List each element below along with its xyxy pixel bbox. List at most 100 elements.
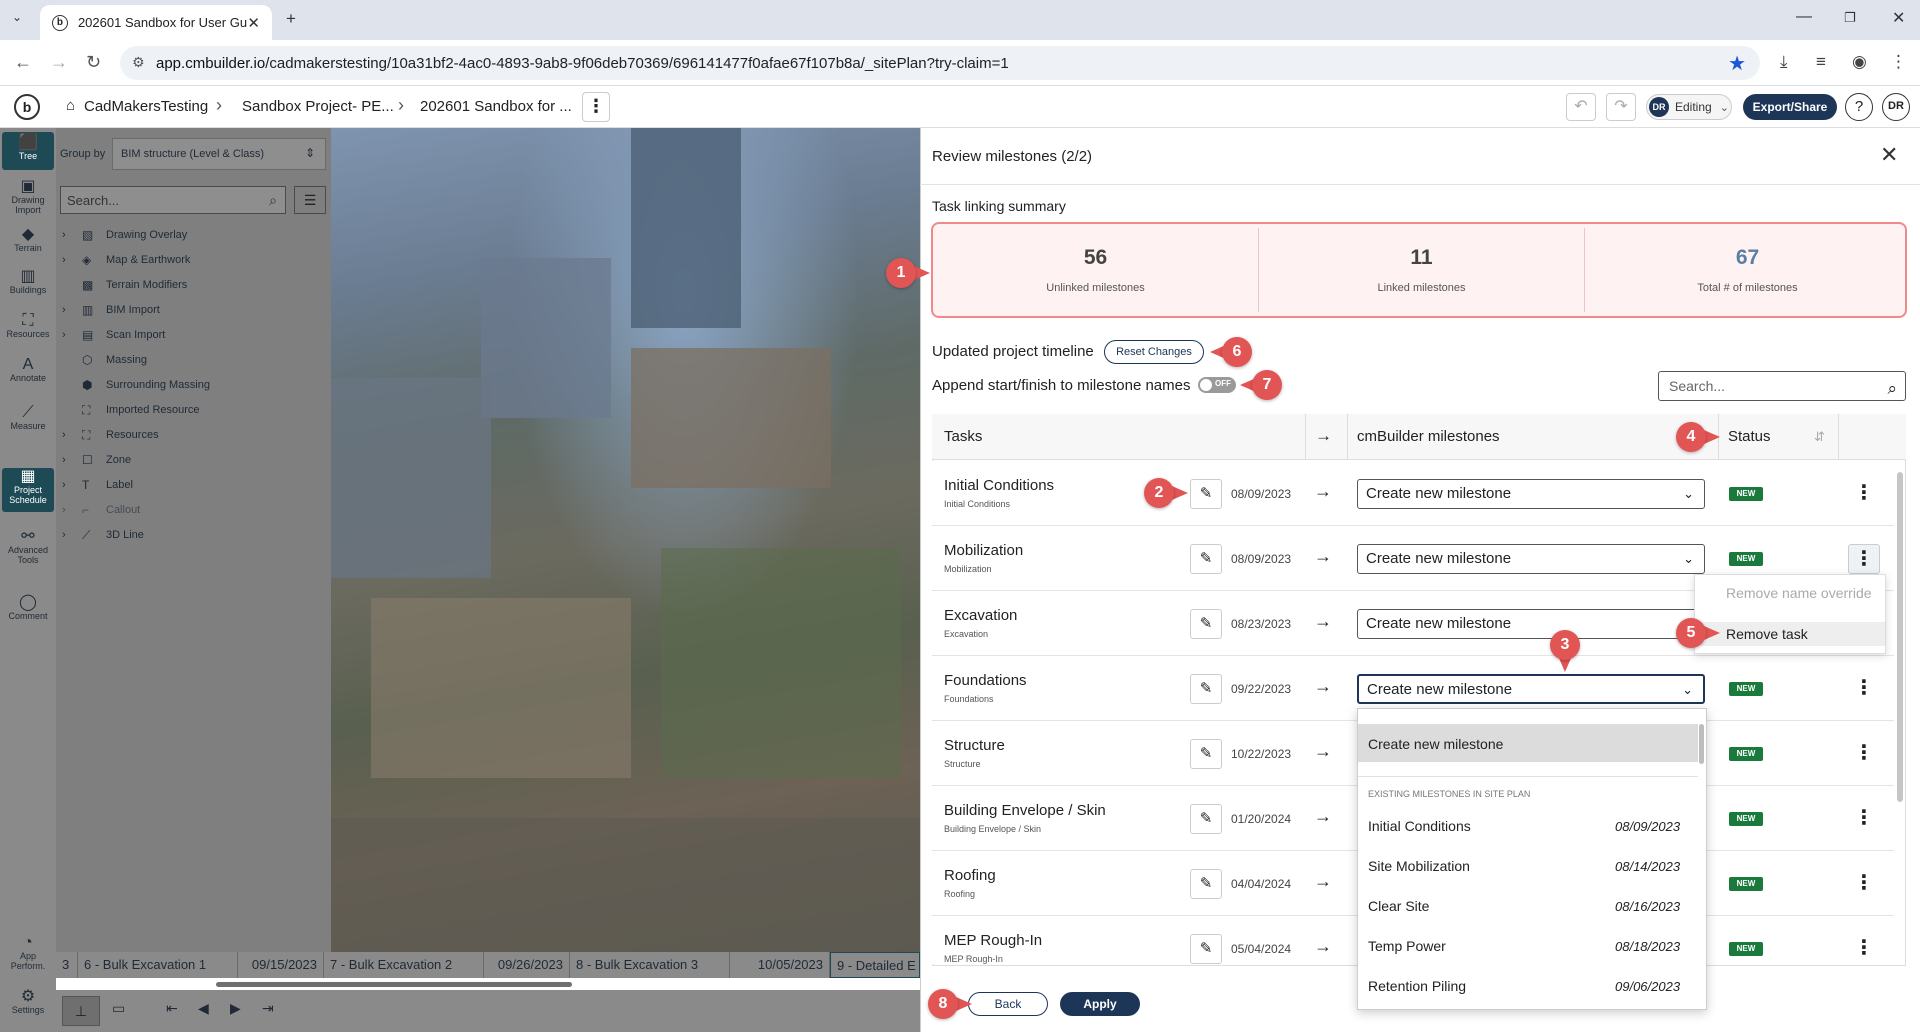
row-more-icon[interactable]: ⋮ bbox=[1848, 674, 1880, 704]
browser-menu-icon[interactable]: ⋮ bbox=[1890, 52, 1907, 72]
profile-icon[interactable]: ◉ bbox=[1852, 52, 1867, 72]
tree-item-surrounding-massing[interactable]: ⬢ Surrounding Massing bbox=[62, 374, 210, 396]
rail-item-measure[interactable]: ⟋ Measure bbox=[2, 405, 54, 432]
rail-item-terrain[interactable]: ◆ Terrain bbox=[2, 227, 54, 254]
dropdown-option[interactable]: Clear Site bbox=[1368, 898, 1429, 914]
milestone-search-input[interactable]: Search... ⌕ bbox=[1658, 371, 1906, 401]
redo-icon[interactable]: ↷ bbox=[1606, 93, 1636, 121]
tree-item-drawing-overlay[interactable]: › ▧ Drawing Overlay bbox=[62, 224, 187, 246]
edit-pencil-icon[interactable]: ✎ bbox=[1190, 479, 1222, 509]
restore-icon[interactable]: ❐ bbox=[1844, 10, 1856, 26]
breadcrumb-more-icon[interactable]: ⋮ bbox=[582, 92, 610, 122]
bookmark-star-icon[interactable]: ★ bbox=[1728, 51, 1746, 76]
timeline-view-icon[interactable]: ⊥ bbox=[62, 996, 100, 1026]
column-status[interactable]: Status bbox=[1728, 428, 1771, 445]
tree-item-map-earthwork[interactable]: › ◈ Map & Earthwork bbox=[62, 249, 190, 271]
rail-item-app-performance[interactable]: ◔ App Perform. bbox=[2, 935, 54, 972]
timeline-task-active[interactable]: 9 - Detailed E bbox=[830, 952, 920, 978]
append-start-finish-toggle[interactable]: OFF bbox=[1198, 377, 1236, 393]
skip-end-icon[interactable]: ⇥ bbox=[262, 1000, 274, 1017]
dropdown-option[interactable]: Retention Piling bbox=[1368, 978, 1466, 994]
rail-item-buildings[interactable]: ▥ Buildings bbox=[2, 269, 54, 296]
scrollbar-thumb[interactable] bbox=[1897, 472, 1903, 802]
breadcrumb-org[interactable]: CadMakersTesting bbox=[84, 98, 208, 115]
tree-item-terrain-modifiers[interactable]: ▩ Terrain Modifiers bbox=[62, 274, 187, 296]
url-omnibox[interactable]: ⚙ app.cmbuilder.io/cadmakerstesting/10a3… bbox=[120, 46, 1760, 80]
apply-button[interactable]: Apply bbox=[1060, 992, 1140, 1016]
chevron-right-icon[interactable]: › bbox=[62, 304, 74, 316]
timeline-scrollbar[interactable] bbox=[216, 982, 572, 987]
row-more-icon[interactable]: ⋮ bbox=[1848, 479, 1880, 509]
close-icon[interactable]: ✕ bbox=[1880, 142, 1898, 168]
forward-arrow-icon[interactable]: → bbox=[50, 52, 68, 73]
back-arrow-icon[interactable]: ← bbox=[14, 52, 32, 73]
dropdown-option[interactable]: Site Mobilization bbox=[1368, 858, 1470, 874]
row-more-icon[interactable]: ⋮ bbox=[1848, 934, 1880, 964]
table-scrollbar[interactable] bbox=[1896, 462, 1904, 962]
undo-icon[interactable]: ↶ bbox=[1566, 93, 1596, 121]
3d-viewport[interactable] bbox=[331, 128, 920, 952]
help-button[interactable]: ? bbox=[1845, 93, 1873, 121]
new-tab-icon[interactable]: + bbox=[286, 9, 296, 29]
menu-item-remove-name-override[interactable]: Remove name override bbox=[1726, 585, 1872, 601]
tree-search-input[interactable]: Search... ⌕ bbox=[60, 186, 286, 214]
rail-item-resources[interactable]: ⛶ Resources bbox=[2, 313, 54, 340]
chevron-right-icon[interactable]: › bbox=[62, 329, 74, 341]
export-share-button[interactable]: Export/Share bbox=[1743, 94, 1837, 120]
rail-item-advanced-tools[interactable]: ⚯ Advanced Tools bbox=[2, 529, 54, 566]
milestone-select[interactable]: Create new milestone bbox=[1357, 609, 1705, 639]
screen-view-icon[interactable]: ▭ bbox=[112, 1000, 125, 1017]
back-button[interactable]: Back bbox=[968, 992, 1048, 1016]
chevron-right-icon[interactable]: › bbox=[62, 254, 74, 266]
milestone-select[interactable]: Create new milestone ⌄ bbox=[1357, 479, 1705, 509]
step-back-icon[interactable]: ◀ bbox=[198, 1000, 209, 1017]
tree-item-imported-resource[interactable]: ⛶ Imported Resource bbox=[62, 399, 200, 421]
reload-icon[interactable]: ↻ bbox=[86, 52, 101, 73]
tab-list-chevron-icon[interactable]: ⌄ bbox=[12, 10, 22, 24]
timeline-task[interactable]: 6 - Bulk Excavation 1 bbox=[78, 952, 238, 978]
chevron-right-icon[interactable]: › bbox=[62, 529, 74, 541]
milestone-select[interactable]: Create new milestone ⌄ bbox=[1357, 544, 1705, 574]
cmbuilder-logo-icon[interactable]: b bbox=[14, 94, 40, 120]
timeline-task[interactable]: 7 - Bulk Excavation 2 bbox=[324, 952, 484, 978]
media-queue-icon[interactable]: ≡ bbox=[1816, 52, 1826, 72]
row-more-icon[interactable]: ⋮ bbox=[1848, 544, 1880, 574]
chevron-right-icon[interactable]: › bbox=[62, 429, 74, 441]
rail-item-comment[interactable]: ◯ Comment bbox=[2, 595, 54, 622]
breadcrumb-project[interactable]: Sandbox Project- PE... bbox=[242, 98, 394, 115]
dropdown-scrollbar[interactable] bbox=[1698, 710, 1706, 1008]
timeline-task[interactable]: 8 - Bulk Excavation 3 bbox=[570, 952, 730, 978]
tree-item-3d-line[interactable]: › ⟋ 3D Line bbox=[62, 524, 144, 546]
site-settings-icon[interactable]: ⚙ bbox=[132, 54, 145, 71]
rail-item-annotate[interactable]: A Annotate bbox=[2, 357, 54, 384]
chevron-right-icon[interactable]: › bbox=[62, 504, 74, 516]
dropdown-option[interactable]: Temp Power bbox=[1368, 938, 1446, 954]
skip-start-icon[interactable]: ⇤ bbox=[166, 1000, 178, 1017]
rail-item-settings[interactable]: ⚙ Settings bbox=[2, 989, 54, 1016]
edit-pencil-icon[interactable]: ✎ bbox=[1190, 544, 1222, 574]
tree-item-massing[interactable]: ⬡ Massing bbox=[62, 349, 147, 371]
edit-pencil-icon[interactable]: ✎ bbox=[1190, 674, 1222, 704]
tree-item-callout[interactable]: › ⌐ Callout bbox=[62, 499, 140, 521]
rail-item-tree[interactable]: ⬛ Tree bbox=[2, 132, 54, 170]
row-more-icon[interactable]: ⋮ bbox=[1848, 869, 1880, 899]
edit-pencil-icon[interactable]: ✎ bbox=[1190, 934, 1222, 964]
row-more-icon[interactable]: ⋮ bbox=[1848, 739, 1880, 769]
rail-item-project-schedule[interactable]: ▦ Project Schedule bbox=[2, 468, 54, 512]
tree-item-scan-import[interactable]: › ▤ Scan Import bbox=[62, 324, 165, 346]
play-icon[interactable]: ▶ bbox=[230, 1000, 241, 1017]
sort-icon[interactable]: ⇵ bbox=[1814, 429, 1825, 445]
chevron-right-icon[interactable]: › bbox=[62, 479, 74, 491]
tree-item-zone[interactable]: › ☐ Zone bbox=[62, 449, 131, 471]
editing-mode-dropdown[interactable]: DR Editing ⌄ bbox=[1646, 94, 1732, 120]
group-by-select[interactable]: BIM structure (Level & Class) ⇕ bbox=[112, 138, 326, 170]
scrollbar-thumb[interactable] bbox=[1699, 724, 1704, 764]
edit-pencil-icon[interactable]: ✎ bbox=[1190, 739, 1222, 769]
menu-item-remove-task[interactable]: Remove task bbox=[1726, 626, 1808, 642]
dropdown-option-create-new[interactable]: Create new milestone bbox=[1368, 736, 1503, 752]
breadcrumb-siteplan[interactable]: 202601 Sandbox for ... bbox=[420, 98, 572, 115]
timeline-cell[interactable]: 3 bbox=[56, 952, 78, 978]
reset-changes-button[interactable]: Reset Changes bbox=[1104, 340, 1204, 364]
row-more-icon[interactable]: ⋮ bbox=[1848, 804, 1880, 834]
user-avatar[interactable]: DR bbox=[1882, 93, 1910, 121]
